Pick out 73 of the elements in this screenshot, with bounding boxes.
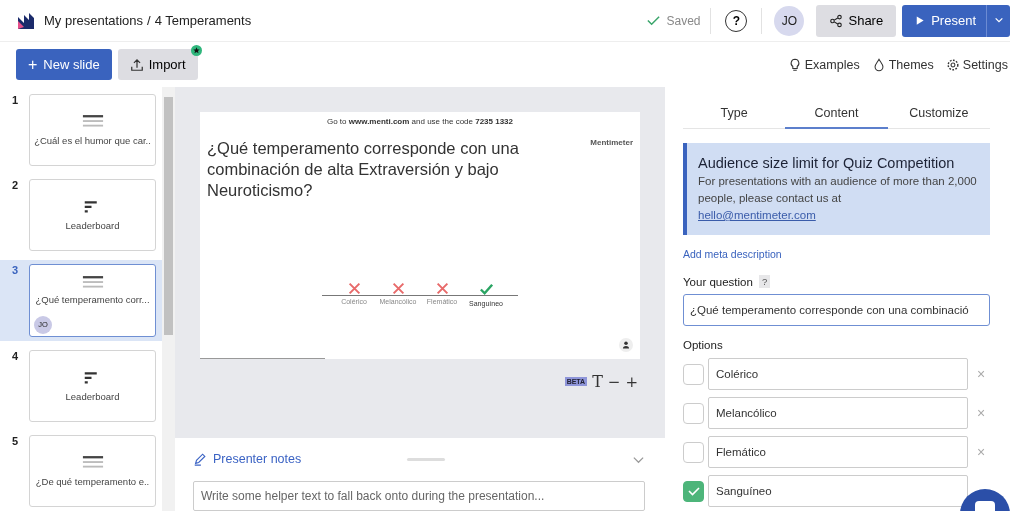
star-badge-icon bbox=[190, 45, 202, 56]
slide-number: 2 bbox=[12, 179, 20, 194]
slide-number: 5 bbox=[12, 434, 20, 449]
slide-number: 1 bbox=[12, 94, 20, 108]
help-button[interactable]: ? bbox=[725, 9, 748, 32]
drop-icon bbox=[871, 57, 886, 72]
slide-title: ¿Qué temperamento corr... bbox=[35, 294, 150, 306]
panel-tab[interactable]: Type bbox=[683, 101, 786, 129]
option-field[interactable]: Sanguíneo bbox=[708, 475, 968, 507]
options-label: Options bbox=[683, 339, 724, 351]
new-slide-button[interactable]: + New slide bbox=[16, 49, 112, 80]
lightbulb-icon bbox=[787, 57, 802, 72]
scrollbar[interactable] bbox=[162, 87, 175, 511]
text-size-button[interactable]: T bbox=[592, 372, 603, 391]
slide-thumbnail[interactable]: ¿Cuál es el humor que car.. bbox=[29, 94, 156, 167]
heading-lines-icon bbox=[81, 454, 104, 470]
brand-logo: Mentimeter bbox=[590, 138, 633, 149]
logo-icon bbox=[16, 10, 36, 31]
correct-checkbox[interactable] bbox=[683, 363, 704, 385]
slide-title: ¿Cuál es el humor que car.. bbox=[34, 135, 151, 147]
help-badge[interactable]: ? bbox=[758, 275, 771, 288]
slide-title: ¿De qué temperamento e.. bbox=[35, 475, 150, 487]
panel-tab[interactable]: Content bbox=[785, 101, 888, 129]
check-icon bbox=[646, 13, 662, 28]
heading-lines-icon bbox=[81, 275, 104, 291]
examples-button[interactable]: Examples bbox=[787, 57, 860, 72]
slide-title: Leaderboard bbox=[65, 220, 120, 232]
question-label: Your question bbox=[683, 275, 753, 288]
chat-icon[interactable] bbox=[960, 489, 1010, 511]
share-button[interactable]: Share bbox=[816, 4, 897, 37]
pencil-icon bbox=[193, 452, 207, 467]
slide-number: 4 bbox=[12, 349, 20, 364]
upload-icon bbox=[129, 57, 144, 72]
banner-title: Audience size limit for Quiz Competition bbox=[698, 155, 956, 171]
option-field[interactable]: Flemático bbox=[708, 436, 968, 468]
themes-button[interactable]: Themes bbox=[871, 57, 934, 72]
user-avatar[interactable]: JO bbox=[774, 5, 805, 36]
panel-tab[interactable]: Customize bbox=[887, 101, 990, 129]
slide-thumbnail[interactable]: Leaderboard bbox=[29, 349, 156, 422]
chevron-down-icon bbox=[993, 15, 1004, 25]
present-button[interactable]: Present bbox=[902, 4, 986, 37]
decrease-button[interactable]: − bbox=[607, 372, 621, 391]
resize-handle[interactable] bbox=[407, 458, 446, 461]
option-field[interactable]: Melancólico bbox=[708, 397, 968, 429]
present-menu-button[interactable] bbox=[986, 4, 1010, 37]
import-button[interactable]: Import bbox=[117, 49, 198, 80]
saved-status: Saved bbox=[666, 13, 701, 28]
email-link[interactable]: hello@mentimeter.com bbox=[698, 207, 978, 224]
slide-title: Leaderboard bbox=[65, 390, 120, 402]
slide-number: 3 bbox=[12, 264, 20, 279]
slide-thumbnail[interactable]: ¿De qué temperamento e.. bbox=[29, 434, 156, 507]
correct-checkbox[interactable] bbox=[683, 402, 704, 424]
breadcrumb-link[interactable]: My presentations bbox=[44, 13, 143, 28]
breadcrumb-separator: / bbox=[147, 13, 151, 28]
settings-icon bbox=[945, 57, 960, 72]
settings-button[interactable]: Settings bbox=[945, 57, 1008, 72]
option-field[interactable]: Colérico bbox=[708, 358, 968, 390]
presentation-title[interactable]: 4 Temperaments bbox=[154, 13, 252, 28]
heading-lines-icon bbox=[81, 114, 104, 130]
presenter-notes-title[interactable]: Presenter notes bbox=[213, 452, 302, 467]
join-instructions: Go to www.menti.com and use the code 7235 1332 bbox=[325, 117, 515, 126]
question-field[interactable]: ¿Qué temperamento corresponde con una combinació bbox=[683, 294, 990, 326]
slide-question: ¿Qué temperamento corresponde con una combinación de alta Extraversión y bajo Neuroticismo? bbox=[207, 138, 520, 201]
increase-button[interactable]: + bbox=[625, 372, 638, 391]
person-icon bbox=[619, 338, 633, 352]
slide-thumbnail[interactable]: Leaderboard bbox=[29, 179, 156, 252]
banner-text: For presentations with an audience of more than 2,000 people, please contact us at bbox=[698, 174, 978, 206]
correct-checkbox[interactable] bbox=[683, 441, 704, 463]
notes-field[interactable]: Write some helper text to fall back onto during the presentation... bbox=[193, 480, 645, 511]
share-icon bbox=[829, 13, 844, 28]
play-icon bbox=[914, 15, 926, 26]
correct-checkbox[interactable] bbox=[683, 480, 704, 502]
add-meta-link[interactable]: Add meta description bbox=[683, 248, 990, 260]
